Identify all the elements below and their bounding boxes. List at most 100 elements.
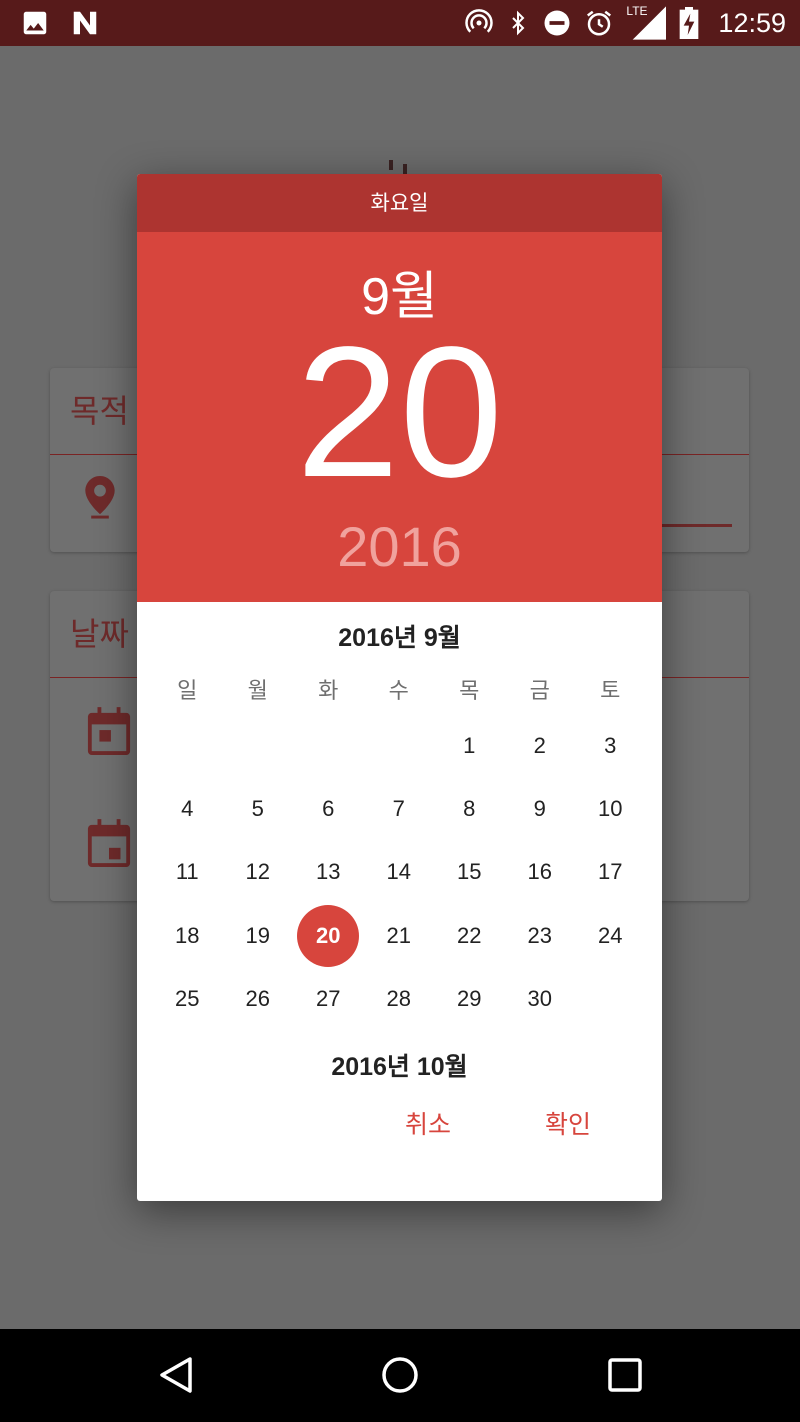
home-icon[interactable]	[380, 1355, 420, 1395]
day-number: 11	[175, 859, 199, 885]
day-number: 29	[457, 985, 482, 1011]
day-cell[interactable]: 22	[434, 904, 505, 967]
day-cell[interactable]: 27	[293, 967, 364, 1030]
clock: 12:59	[718, 7, 786, 38]
day-number: 5	[251, 795, 264, 821]
day-cell[interactable]: 21	[364, 904, 435, 967]
weekday-header: 일	[177, 678, 198, 703]
day-number: 27	[316, 985, 341, 1011]
day-number: 19	[245, 922, 270, 948]
day-cell[interactable]: 14	[364, 841, 435, 904]
day-cell[interactable]: 15	[434, 841, 505, 904]
empty-day-cell	[293, 714, 364, 777]
next-month-title: 2016년 10월	[331, 1053, 468, 1081]
day-cell[interactable]: 16	[505, 841, 576, 904]
day-number: 16	[527, 859, 552, 885]
recents-icon[interactable]	[606, 1355, 644, 1395]
battery-icon	[680, 7, 699, 39]
selected-day-cell[interactable]: 20	[293, 904, 364, 967]
input-underline	[662, 524, 732, 527]
day-cell[interactable]: 28	[364, 967, 435, 1030]
weekday-header: 화	[318, 678, 339, 703]
day-cell[interactable]: 26	[223, 967, 294, 1030]
day-cell[interactable]: 4	[152, 777, 223, 840]
selected-weekday: 화요일	[137, 174, 662, 232]
back-icon[interactable]	[158, 1355, 194, 1395]
dnd-icon	[544, 10, 570, 36]
day-cell[interactable]: 12	[223, 841, 294, 904]
alarm-icon	[587, 10, 612, 36]
weekday-header: 목	[459, 678, 480, 703]
day-cell[interactable]: 3	[575, 714, 646, 777]
empty-day-cell	[223, 714, 294, 777]
date-picker-dialog: 화요일 9월 20 2016 2016년 9월 일월화수목금토123456789…	[137, 174, 662, 1201]
day-cell[interactable]: 23	[505, 904, 576, 967]
hotspot-icon	[465, 9, 494, 33]
calendar-month-title: 2016년 9월	[338, 624, 461, 652]
weekday-header: 금	[529, 678, 550, 703]
calendar-grid: 일 월 화 수 목 금 토 1 2 3 4 5 6 7 8 9 10 11 12 13 14 15 16 17 18 19 20 21…	[152, 664, 646, 1030]
signal-icon	[633, 6, 667, 40]
weekday-header: 토	[600, 678, 621, 703]
day-number: 2	[533, 732, 546, 758]
day-cell[interactable]: 25	[152, 967, 223, 1030]
navigation-bar	[0, 1329, 800, 1422]
day-number: 3	[604, 732, 617, 758]
location-pin-icon	[85, 476, 115, 519]
day-cell[interactable]: 2	[505, 714, 576, 777]
status-bar: LTE 12:59	[0, 0, 800, 46]
selected-year[interactable]: 2016	[137, 514, 662, 579]
day-cell[interactable]: 10	[575, 777, 646, 840]
day-cell[interactable]: 8	[434, 777, 505, 840]
title-fragment	[389, 160, 393, 170]
ok-button[interactable]: 확인	[529, 1095, 607, 1151]
day-number: 6	[322, 795, 335, 821]
day-number: 10	[598, 795, 623, 821]
day-cell[interactable]: 9	[505, 777, 576, 840]
day-cell[interactable]: 1	[434, 714, 505, 777]
day-number: 8	[463, 795, 476, 821]
calendar-icon	[87, 819, 131, 867]
day-number: 1	[463, 732, 476, 758]
day-cell[interactable]: 5	[223, 777, 294, 840]
dialog-actions: 취소 확인	[137, 1081, 662, 1201]
day-cell[interactable]: 6	[293, 777, 364, 840]
n-icon	[73, 11, 97, 35]
day-cell[interactable]: 29	[434, 967, 505, 1030]
day-number: 28	[386, 985, 411, 1011]
day-cell[interactable]: 17	[575, 841, 646, 904]
day-cell[interactable]: 18	[152, 904, 223, 967]
cancel-button[interactable]: 취소	[389, 1095, 467, 1151]
selected-day[interactable]: 20	[137, 320, 662, 506]
day-number: 21	[386, 922, 411, 948]
day-number: 26	[245, 985, 270, 1011]
day-number: 12	[245, 859, 270, 885]
day-cell[interactable]: 24	[575, 904, 646, 967]
day-number: 23	[527, 922, 552, 948]
day-cell[interactable]: 7	[364, 777, 435, 840]
day-number: 13	[316, 859, 341, 885]
day-number: 17	[598, 859, 623, 885]
date-picker-header: 9월 20 2016	[137, 232, 662, 602]
day-number: 14	[386, 859, 411, 885]
image-icon	[23, 11, 47, 35]
calendar-icon	[87, 707, 131, 755]
day-number: 9	[533, 795, 546, 821]
day-number: 7	[392, 795, 405, 821]
day-cell[interactable]: 13	[293, 841, 364, 904]
empty-day-cell	[364, 714, 435, 777]
day-number: 24	[598, 922, 623, 948]
day-number: 25	[175, 985, 200, 1011]
day-cell[interactable]: 19	[223, 904, 294, 967]
weekday-header: 수	[388, 678, 409, 703]
day-cell[interactable]: 30	[505, 967, 576, 1030]
weekday-header: 월	[247, 678, 268, 703]
day-cell[interactable]: 11	[152, 841, 223, 904]
bluetooth-icon	[512, 10, 525, 36]
day-number: 4	[181, 795, 194, 821]
day-number: 30	[527, 985, 552, 1011]
day-number: 20	[297, 904, 360, 967]
day-number: 15	[457, 859, 482, 885]
day-number: 18	[175, 922, 200, 948]
day-number: 22	[457, 922, 482, 948]
